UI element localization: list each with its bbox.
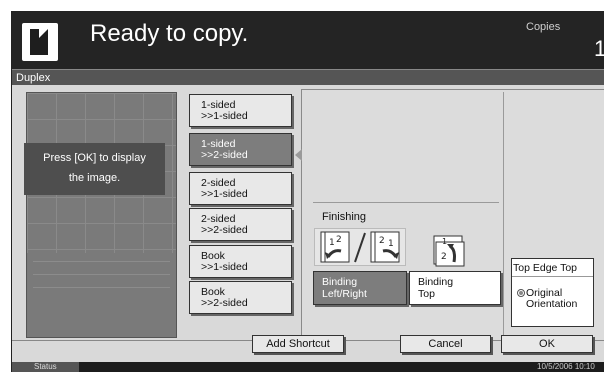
copies-count: 1 (594, 36, 604, 62)
add-shortcut-button[interactable]: Add Shortcut (252, 335, 344, 353)
svg-text:2: 2 (379, 236, 385, 246)
duplex-option-label: >>2-sided (201, 297, 248, 309)
header-bar: Ready to copy. Copies 1 (12, 12, 604, 69)
panel-separator (313, 202, 499, 203)
duplex-option-label: >>1-sided (201, 261, 248, 273)
preview-line (33, 274, 170, 275)
binding-top-button[interactable]: Binding Top (409, 271, 501, 305)
duplex-option-label: >>1-sided (201, 188, 248, 200)
duplex-option-label: >>2-sided (201, 224, 248, 236)
copies-label: Copies (526, 21, 561, 33)
binding-top-label: Top (418, 288, 435, 300)
top-edge-top-value: Top Edge Top (513, 262, 578, 274)
binding-left-right-label: Binding (322, 276, 358, 288)
binding-left-right-label: Left/Right (322, 288, 367, 300)
duplex-1to2-button[interactable]: 1-sided >>2-sided (189, 133, 292, 166)
svg-text:1: 1 (388, 239, 394, 249)
svg-text:1: 1 (329, 238, 335, 248)
cancel-button[interactable]: Cancel (400, 335, 491, 353)
binding-left-right-button[interactable]: Binding Left/Right (313, 271, 407, 305)
duplex-option-label: >>2-sided (201, 149, 248, 161)
duplex-1to1-button[interactable]: 1-sided >>1-sided (189, 94, 292, 127)
svg-text:2: 2 (336, 235, 342, 245)
duplex-book-to2-button[interactable]: Book >>2-sided (189, 281, 292, 314)
duplex-book-to1-button[interactable]: Book >>1-sided (189, 245, 292, 278)
preview-line (33, 287, 170, 288)
preview-message: Press [OK] to display the image. (24, 143, 165, 195)
page-title: Duplex (12, 69, 604, 85)
preview-message-line1: Press [OK] to display (43, 152, 146, 164)
duplex-2to1-button[interactable]: 2-sided >>1-sided (189, 172, 292, 205)
original-orientation-line2: Orientation (526, 298, 578, 310)
preview-message-line2: the image. (68, 172, 121, 184)
binding-left-right-icon: 1 2 2 1 (314, 228, 406, 266)
selection-pointer-icon (295, 149, 302, 161)
original-orientation-label: Original Orientation (526, 288, 577, 310)
binding-top-label: Binding (418, 276, 454, 288)
preview-area (26, 92, 177, 338)
status-message: Ready to copy. (90, 20, 249, 47)
preview-line (33, 261, 170, 262)
duplex-option-label: >>1-sided (201, 110, 248, 122)
svg-text:1: 1 (442, 237, 447, 246)
duplex-2to2-button[interactable]: 2-sided >>2-sided (189, 208, 292, 241)
document-icon (22, 23, 58, 61)
ok-button[interactable]: OK (501, 335, 593, 353)
orientation-separator (512, 276, 593, 277)
panel-divider (503, 92, 504, 335)
radio-bullet-icon (517, 289, 525, 297)
binding-top-icon: 1 2 (432, 234, 468, 268)
finishing-label: Finishing (322, 211, 367, 223)
copier-screen: Ready to copy. Copies 1 Duplex Press [OK… (11, 11, 604, 372)
svg-text:2: 2 (441, 252, 447, 262)
